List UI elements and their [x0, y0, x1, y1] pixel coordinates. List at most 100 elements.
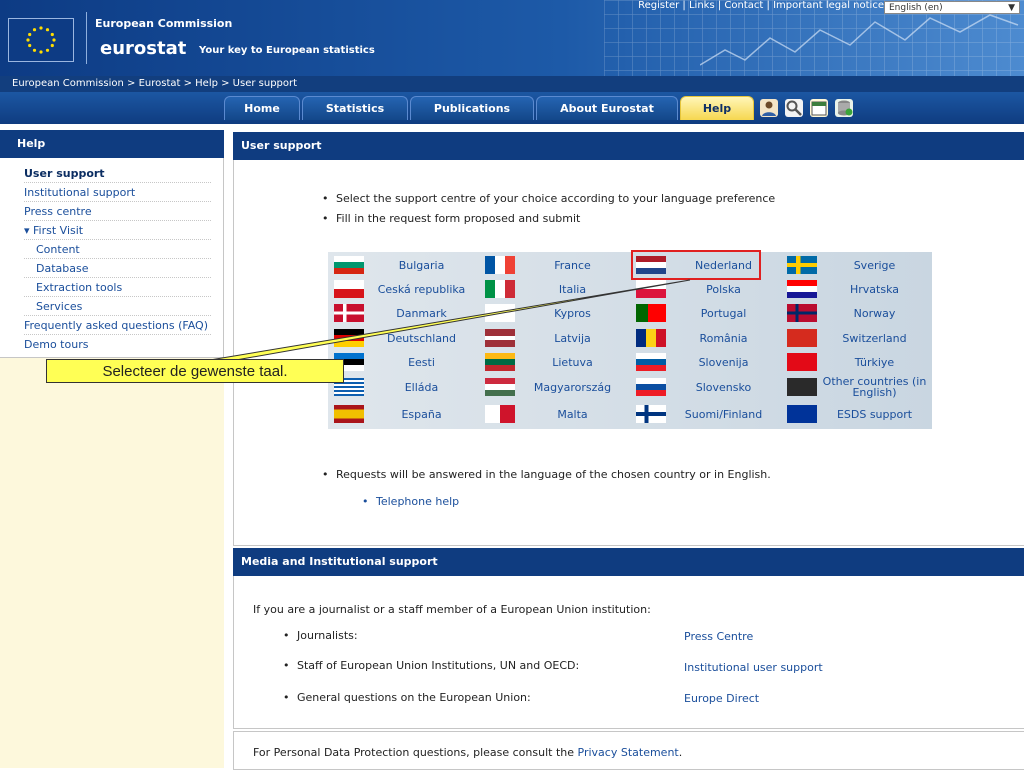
country-link[interactable]: Slovensko	[666, 382, 781, 393]
country-link[interactable]: Lietuva	[515, 357, 630, 368]
country-link[interactable]: France	[515, 260, 630, 271]
database-icon[interactable]	[835, 99, 853, 117]
flag-icon[interactable]	[334, 405, 364, 423]
sidebar-item-services[interactable]: Services	[24, 297, 211, 316]
institutional-user-support-link[interactable]: Institutional user support	[684, 661, 823, 674]
country-link[interactable]: Portugal	[666, 308, 781, 319]
flag-icon[interactable]	[334, 329, 364, 347]
flag-icon[interactable]	[485, 304, 515, 322]
flag-icon[interactable]	[787, 304, 817, 322]
country-option[interactable]: Deutschland	[328, 327, 479, 349]
country-option[interactable]: Eesti	[328, 351, 479, 373]
flag-icon[interactable]	[787, 280, 817, 298]
sidebar-item-first-visit[interactable]: ▾ First Visit	[24, 221, 211, 240]
search-icon[interactable]	[785, 99, 803, 117]
country-option[interactable]: Suomi/Finland	[630, 403, 781, 425]
flag-icon[interactable]	[636, 329, 666, 347]
flag-icon[interactable]	[636, 280, 666, 298]
country-option[interactable]: Polska	[630, 278, 781, 300]
flag-icon[interactable]	[787, 378, 817, 396]
country-link[interactable]: Slovenija	[666, 357, 781, 368]
press-centre-link[interactable]: Press Centre	[684, 630, 753, 643]
tab-home[interactable]: Home	[224, 96, 300, 120]
sidebar-item-content[interactable]: Content	[24, 240, 211, 259]
country-option[interactable]: Other countries (in English)	[781, 376, 932, 398]
country-link[interactable]: România	[666, 333, 781, 344]
sidebar-item-institutional-support[interactable]: Institutional support	[24, 183, 211, 202]
country-option[interactable]: Elláda	[328, 376, 479, 398]
country-option[interactable]: Latvija	[479, 327, 630, 349]
country-option[interactable]: Magyarország	[479, 376, 630, 398]
sidebar-item-user-support[interactable]: User support	[24, 164, 211, 183]
tab-statistics[interactable]: Statistics	[302, 96, 408, 120]
register-link[interactable]: Register	[638, 0, 679, 11]
country-option[interactable]: România	[630, 327, 781, 349]
country-option[interactable]: France	[479, 254, 630, 276]
country-link[interactable]: Kypros	[515, 308, 630, 319]
language-select[interactable]: English (en) ▼	[884, 1, 1020, 14]
flag-icon[interactable]	[485, 353, 515, 371]
flag-icon[interactable]	[485, 378, 515, 396]
flag-icon[interactable]	[636, 304, 666, 322]
country-option[interactable]: Hrvatska	[781, 278, 932, 300]
sidebar-item-press-centre[interactable]: Press centre	[24, 202, 211, 221]
country-link[interactable]: Other countries (in English)	[817, 376, 932, 398]
country-link[interactable]: Ceská republika	[364, 284, 479, 295]
country-option[interactable]: Norway	[781, 302, 932, 324]
country-option[interactable]: Danmark	[328, 302, 479, 324]
contact-link[interactable]: Contact	[724, 0, 763, 11]
country-option[interactable]: Lietuva	[479, 351, 630, 373]
flag-icon[interactable]	[334, 256, 364, 274]
privacy-statement-link[interactable]: Privacy Statement	[578, 746, 679, 759]
calendar-icon[interactable]	[810, 99, 828, 117]
telephone-help-link[interactable]: Telephone help	[362, 495, 459, 508]
country-option[interactable]: Portugal	[630, 302, 781, 324]
flag-icon[interactable]	[485, 280, 515, 298]
country-link[interactable]: Danmark	[364, 308, 479, 319]
country-link[interactable]: Hrvatska	[817, 284, 932, 295]
country-option[interactable]: ESDS support	[781, 403, 932, 425]
country-link[interactable]: Türkiye	[817, 357, 932, 368]
country-link[interactable]: Polska	[666, 284, 781, 295]
flag-icon[interactable]	[485, 329, 515, 347]
country-option[interactable]: Türkiye	[781, 351, 932, 373]
country-option[interactable]: Italia	[479, 278, 630, 300]
country-link[interactable]: Switzerland	[817, 333, 932, 344]
flag-icon[interactable]	[636, 405, 666, 423]
flag-icon[interactable]	[787, 405, 817, 423]
country-option[interactable]: Bulgaria	[328, 254, 479, 276]
country-link[interactable]: Italia	[515, 284, 630, 295]
country-option[interactable]: Slovenija	[630, 351, 781, 373]
country-option[interactable]: Malta	[479, 403, 630, 425]
legal-notice-link[interactable]: Important legal notice	[773, 0, 884, 11]
country-option[interactable]: Kypros	[479, 302, 630, 324]
country-link[interactable]: Deutschland	[364, 333, 479, 344]
country-link[interactable]: Magyarország	[515, 382, 630, 393]
tab-help[interactable]: Help	[680, 96, 754, 120]
country-option[interactable]: Sverige	[781, 254, 932, 276]
flag-icon[interactable]	[485, 256, 515, 274]
flag-icon[interactable]	[787, 256, 817, 274]
links-link[interactable]: Links	[689, 0, 715, 11]
flag-icon[interactable]	[334, 304, 364, 322]
country-link[interactable]: Latvija	[515, 333, 630, 344]
sidebar-item-faq[interactable]: Frequently asked questions (FAQ)	[24, 316, 211, 335]
user-icon[interactable]	[760, 99, 778, 117]
eurostat-logo[interactable]: eurostat	[100, 38, 186, 59]
flag-icon[interactable]	[787, 353, 817, 371]
country-link[interactable]: Norway	[817, 308, 932, 319]
country-link[interactable]: Elláda	[364, 382, 479, 393]
flag-icon[interactable]	[787, 329, 817, 347]
tab-publications[interactable]: Publications	[410, 96, 534, 120]
flag-icon[interactable]	[636, 353, 666, 371]
country-link[interactable]: ESDS support	[817, 409, 932, 420]
europe-direct-link[interactable]: Europe Direct	[684, 692, 759, 705]
country-link[interactable]: España	[364, 409, 479, 420]
eu-flag-logo[interactable]	[8, 18, 74, 62]
tab-about-eurostat[interactable]: About Eurostat	[536, 96, 678, 120]
flag-icon[interactable]	[334, 280, 364, 298]
country-link[interactable]: Bulgaria	[364, 260, 479, 271]
sidebar-item-extraction-tools[interactable]: Extraction tools	[24, 278, 211, 297]
flag-icon[interactable]	[485, 405, 515, 423]
country-link[interactable]: Suomi/Finland	[666, 409, 781, 420]
